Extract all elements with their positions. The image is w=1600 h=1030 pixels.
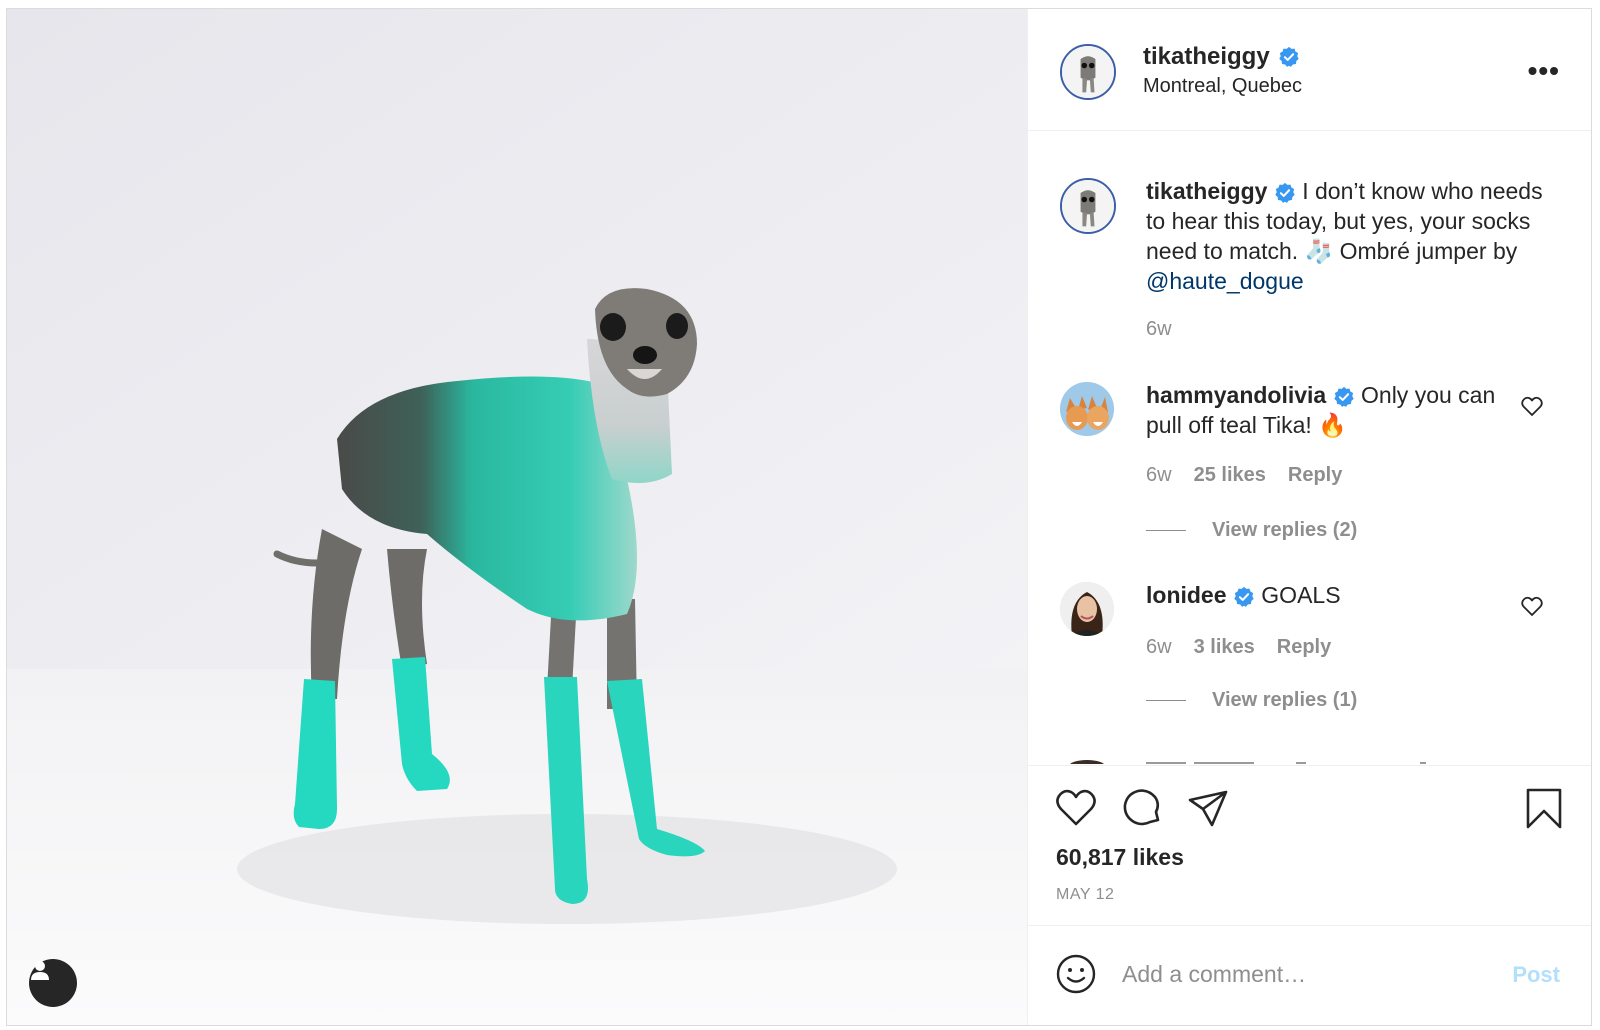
post-comment-button[interactable]: Post [1512,962,1560,988]
more-options-button[interactable]: ••• [1528,57,1560,85]
smiley-icon[interactable] [1056,954,1096,994]
post-caption: tikatheiggy I don’t know who needs to he… [1146,176,1546,296]
author-avatar[interactable] [1060,44,1116,100]
dog-in-teal-sweater-image [7,9,1027,1025]
bookmark-icon[interactable] [1522,786,1566,830]
person-icon [31,961,49,980]
comments-list[interactable]: tikatheiggy I don’t know who needs to he… [1028,132,1591,764]
corgis-avatar-image [1060,382,1114,436]
commenter-username[interactable]: lonidee [1146,582,1227,608]
comment-input[interactable] [1122,950,1482,998]
post-card: tikatheiggy Montreal, Quebec ••• tikathe… [6,8,1592,1026]
comment-text: lonidee GOALS [1146,580,1506,610]
verified-badge-icon [1234,586,1254,607]
view-replies-button[interactable]: View replies (1) [1146,689,1357,712]
reply-button[interactable]: Reply [1277,636,1331,659]
post-side-panel: tikatheiggy Montreal, Quebec ••• tikathe… [1027,9,1591,1025]
caption-mention-link[interactable]: @haute_dogue [1146,268,1304,294]
comment-bubble-icon[interactable] [1120,786,1164,830]
verified-badge-icon [1278,46,1299,67]
caption-username[interactable]: tikatheiggy [1146,178,1267,204]
comment-like-heart-icon[interactable] [1520,394,1544,418]
comment-likes[interactable]: 25 likes [1194,464,1266,487]
post-photo[interactable] [7,9,1027,1025]
paper-plane-icon[interactable] [1186,786,1230,830]
comment-likes[interactable]: 3 likes [1194,636,1255,659]
verified-badge-icon [1333,386,1354,407]
post-date[interactable]: MAY 12 [1056,886,1114,904]
commenter-avatar[interactable] [1060,382,1114,436]
commenter-avatar[interactable] [1060,582,1114,636]
replies-divider [1146,700,1186,701]
greyhound-avatar-image [1062,46,1114,98]
comment-meta: 6w 3 likes Reply [1146,636,1331,659]
comment-age[interactable]: 6w [1146,636,1172,659]
comment-text: hammyandolivia Only you can pull off tea… [1146,380,1506,440]
commenter-username[interactable]: hammyandolivia [1146,382,1326,408]
greyhound-avatar-image [1062,180,1114,232]
comment-like-heart-icon[interactable] [1520,594,1544,618]
caption-author-avatar[interactable] [1060,178,1116,234]
user-tags-button[interactable] [29,959,77,1007]
replies-divider [1146,530,1186,531]
verified-badge-icon [1275,182,1295,203]
comment-body: GOALS [1254,582,1341,608]
view-replies-label: View replies (1) [1212,689,1358,711]
post-location[interactable]: Montreal, Quebec [1143,75,1302,98]
reply-button[interactable]: Reply [1288,464,1342,487]
comment-meta: 6w 25 likes Reply [1146,464,1342,487]
next-comment-partial [1070,760,1426,764]
woman-avatar-image [1060,582,1114,636]
add-comment-bar: Post [1028,925,1591,1025]
comment-age[interactable]: 6w [1146,464,1172,487]
post-actions: 60,817 likes MAY 12 [1028,765,1591,925]
heart-icon[interactable] [1054,786,1098,830]
author-username-row: tikatheiggy [1143,43,1300,71]
caption-meta: 6w [1146,318,1172,341]
view-replies-button[interactable]: View replies (2) [1146,519,1357,542]
author-username[interactable]: tikatheiggy [1143,43,1270,71]
likes-count[interactable]: 60,817 likes [1056,844,1184,871]
caption-age[interactable]: 6w [1146,318,1172,341]
post-header: tikatheiggy Montreal, Quebec ••• [1028,9,1591,131]
view-replies-label: View replies (2) [1212,519,1358,541]
